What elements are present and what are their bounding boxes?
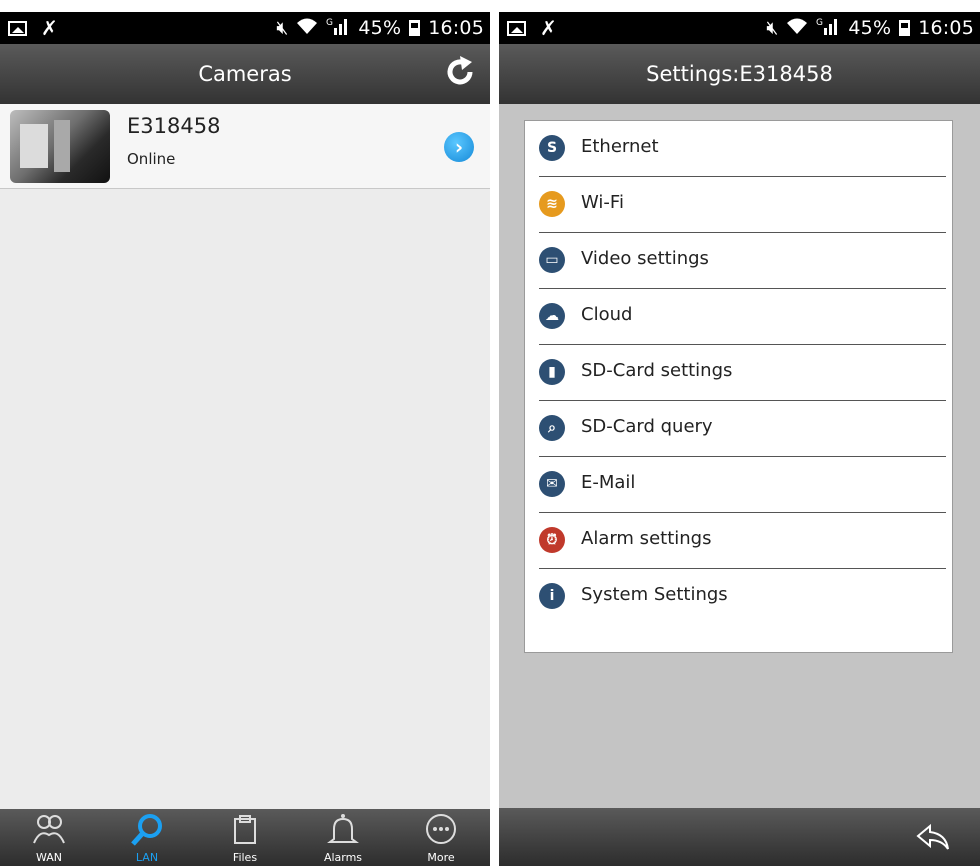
cellular-signal-icon: G [326, 16, 350, 41]
mute-icon: 🔇︎ [276, 17, 289, 39]
camera-name: E318458 [127, 114, 221, 138]
users-icon [33, 815, 65, 844]
page-title: Cameras [198, 62, 292, 86]
settings-screen: ✗ 🔇︎ G 45% 16:05 Settings:E318458 S Ethe… [499, 12, 980, 866]
tab-more[interactable]: More [392, 809, 490, 866]
cloud-icon: ☁ [539, 303, 565, 329]
settings-item-label: SD-Card query [581, 416, 713, 437]
settings-item-wifi[interactable]: ≋ Wi-Fi [539, 177, 946, 233]
settings-item-email[interactable]: ✉ E-Mail [539, 457, 946, 513]
settings-item-sd-card-query[interactable]: ⌕ SD-Card query [539, 401, 946, 457]
battery-icon [409, 20, 421, 36]
cameras-screen: ✗ 🔇︎ G 45% 16:05 Cameras E318458 Online … [0, 12, 490, 866]
tab-alarms[interactable]: Alarms [294, 809, 392, 866]
cellular-signal-icon: G [816, 16, 840, 41]
refresh-button[interactable] [440, 54, 480, 94]
tab-label: More [427, 851, 455, 864]
settings-list: S Ethernet ≋ Wi-Fi ▭ Video settings ☁ Cl… [524, 120, 953, 653]
bottom-tab-bar: WAN LAN Files Alarms More [0, 809, 490, 866]
search-icon [131, 814, 162, 846]
bell-icon [327, 814, 359, 843]
back-arrow-icon [916, 823, 949, 850]
wifi-signal-icon [786, 17, 808, 40]
svg-text:G: G [326, 18, 333, 28]
gallery-icon [8, 20, 27, 36]
tab-label: Alarms [323, 851, 363, 864]
battery-percent: 45% [848, 17, 892, 39]
settings-item-label: Wi-Fi [581, 192, 624, 213]
settings-item-label: Alarm settings [581, 528, 712, 549]
open-camera-button[interactable]: › [444, 132, 474, 162]
status-bar: ✗ 🔇︎ G 45% 16:05 [0, 12, 490, 44]
refresh-icon [447, 56, 473, 85]
missed-call-icon: ✗ [540, 16, 557, 40]
camera-thumbnail [10, 110, 110, 183]
settings-item-label: Cloud [581, 304, 633, 325]
more-icon [426, 814, 456, 844]
tab-files[interactable]: Files [196, 809, 294, 866]
tab-label: Files [232, 851, 258, 864]
tab-label: LAN [135, 851, 159, 864]
settings-item-alarm[interactable]: ⏰︎ Alarm settings [539, 513, 946, 569]
clipboard-icon [234, 815, 256, 844]
settings-item-label: E-Mail [581, 472, 636, 493]
settings-item-label: Video settings [581, 248, 709, 269]
page-title: Settings:E318458 [646, 62, 833, 86]
settings-item-label: System Settings [581, 584, 728, 605]
battery-icon [899, 20, 911, 36]
camera-status: Online [127, 150, 176, 168]
status-bar: ✗ 🔇︎ G 45% 16:05 [499, 12, 980, 44]
settings-item-label: Ethernet [581, 136, 659, 157]
sd-query-icon: ⌕ [539, 415, 565, 441]
bottom-bar [499, 808, 980, 866]
settings-item-video[interactable]: ▭ Video settings [539, 233, 946, 289]
chevron-right-icon: › [454, 135, 464, 159]
info-icon: i [539, 583, 565, 609]
tab-lan[interactable]: LAN [98, 809, 196, 866]
wifi-signal-icon [296, 17, 318, 40]
gallery-icon [507, 20, 526, 36]
settings-item-cloud[interactable]: ☁ Cloud [539, 289, 946, 345]
email-icon: ✉ [539, 471, 565, 497]
battery-percent: 45% [358, 17, 402, 39]
settings-item-ethernet[interactable]: S Ethernet [539, 121, 946, 177]
missed-call-icon: ✗ [41, 16, 58, 40]
wifi-icon: ≋ [539, 191, 565, 217]
tab-wan[interactable]: WAN [0, 809, 98, 866]
svg-text:G: G [816, 18, 823, 28]
camera-list-item[interactable]: E318458 Online › [0, 104, 490, 189]
video-icon: ▭ [539, 247, 565, 273]
clock: 16:05 [918, 17, 974, 39]
title-bar: Cameras [0, 44, 490, 104]
sd-card-icon: ▮ [539, 359, 565, 385]
title-bar: Settings:E318458 [499, 44, 980, 104]
settings-item-sd-card-settings[interactable]: ▮ SD-Card settings [539, 345, 946, 401]
settings-item-system[interactable]: i System Settings [539, 569, 946, 624]
clock: 16:05 [428, 17, 484, 39]
back-button[interactable] [916, 822, 952, 852]
tab-label: WAN [35, 851, 63, 864]
ethernet-icon: S [539, 135, 565, 161]
alarm-icon: ⏰︎ [539, 527, 565, 553]
settings-item-label: SD-Card settings [581, 360, 733, 381]
mute-icon: 🔇︎ [766, 17, 779, 39]
